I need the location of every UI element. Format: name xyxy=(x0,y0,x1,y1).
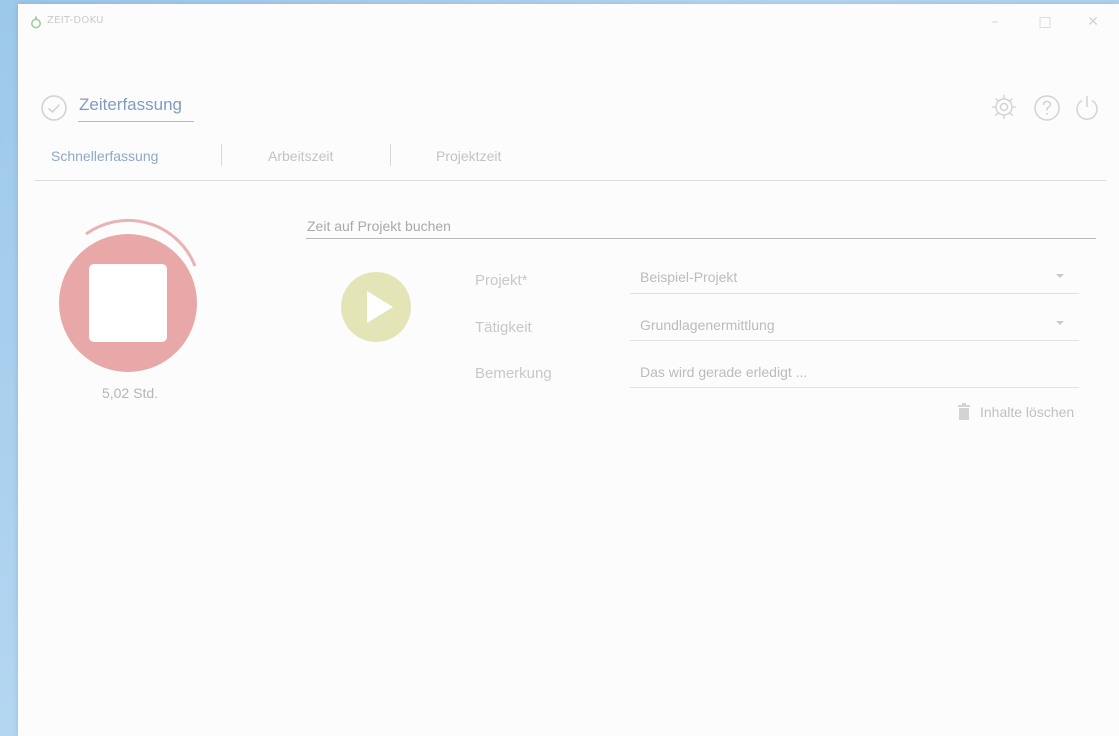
bemerkung-input[interactable]: Das wird gerade erledigt ... xyxy=(640,364,807,380)
tab-schnellerfassung[interactable]: Schnellerfassung xyxy=(51,148,158,164)
taetigkeit-select[interactable]: Grundlagenermittlung xyxy=(640,317,775,333)
minimize-button[interactable]: – xyxy=(980,8,1010,36)
projekt-label: Projekt* xyxy=(475,272,528,289)
section-title: Zeit auf Projekt buchen xyxy=(307,218,451,234)
clock-check-icon xyxy=(40,94,68,126)
stop-timer-button[interactable] xyxy=(54,218,204,380)
title-bar: ZEIT-DOKU – □ ✕ xyxy=(18,4,1119,38)
clear-contents-label: Inhalte löschen xyxy=(980,404,1075,420)
tab-projektzeit[interactable]: Projektzeit xyxy=(436,148,501,164)
section-divider xyxy=(306,238,1096,239)
close-button[interactable]: ✕ xyxy=(1078,8,1108,36)
bemerkung-label: Bemerkung xyxy=(475,365,552,382)
page-title-underline xyxy=(78,121,194,122)
chevron-down-icon[interactable] xyxy=(1056,321,1064,325)
projekt-select[interactable]: Beispiel-Projekt xyxy=(640,269,737,285)
app-logo-icon xyxy=(30,14,42,29)
stop-icon xyxy=(89,264,167,342)
tab-arbeitszeit[interactable]: Arbeitszeit xyxy=(268,148,333,164)
bemerkung-underline xyxy=(630,387,1079,388)
tab-divider xyxy=(390,144,391,166)
power-icon[interactable] xyxy=(1073,93,1101,125)
tabs-divider-line xyxy=(34,180,1106,181)
help-icon[interactable] xyxy=(1033,94,1061,126)
trash-icon xyxy=(957,403,971,425)
projekt-underline xyxy=(630,293,1079,294)
gear-icon[interactable] xyxy=(990,93,1018,125)
page-title: Zeiterfassung xyxy=(79,95,182,114)
app-window: ZEIT-DOKU – □ ✕ Zeiterfassung Schnellerf… xyxy=(18,4,1119,736)
timer-value: 5,02 Std. xyxy=(101,385,159,401)
taetigkeit-underline xyxy=(630,340,1079,341)
tab-divider xyxy=(221,144,222,166)
maximize-button[interactable]: □ xyxy=(1030,8,1060,36)
chevron-down-icon[interactable] xyxy=(1056,274,1064,278)
app-title: ZEIT-DOKU xyxy=(47,15,104,26)
start-timer-button[interactable] xyxy=(340,271,412,347)
taetigkeit-label: Tätigkeit xyxy=(475,319,532,336)
